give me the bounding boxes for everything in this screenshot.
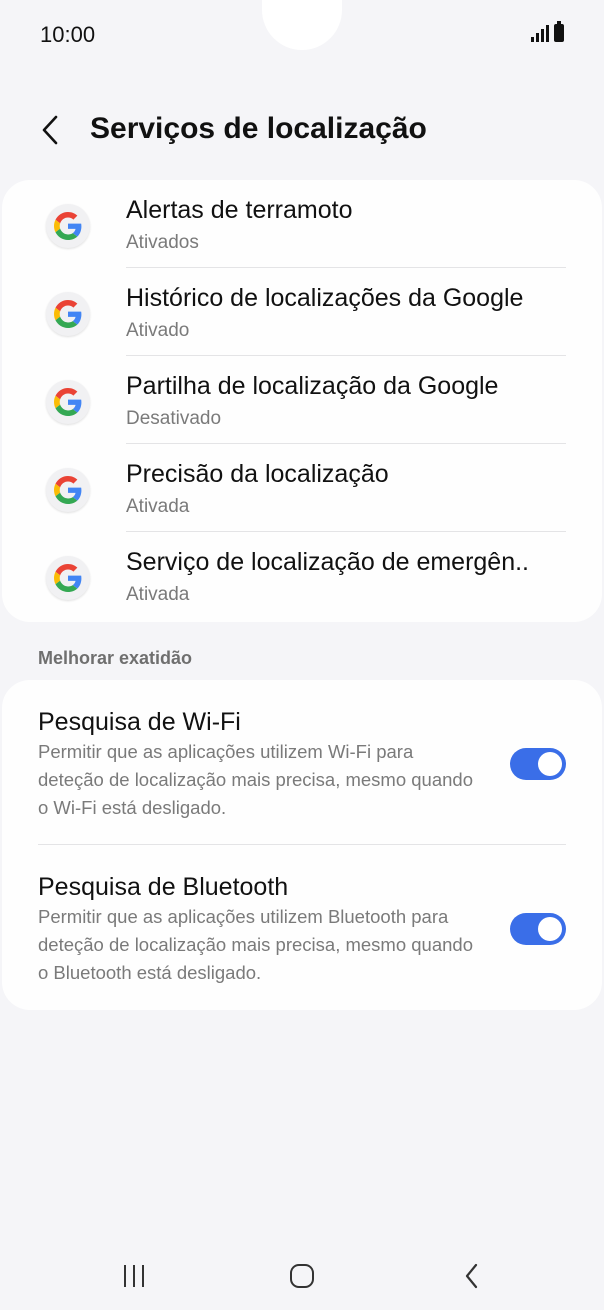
- bluetooth-scanning-toggle[interactable]: [510, 913, 566, 945]
- google-icon: [46, 204, 90, 248]
- status-icons: [531, 21, 564, 42]
- google-icon: [46, 292, 90, 336]
- service-status: Ativada: [126, 584, 190, 605]
- navigation-bar: [0, 1240, 604, 1310]
- home-icon: [290, 1264, 314, 1288]
- header: Serviços de localização: [0, 100, 604, 160]
- bluetooth-scanning-title: Pesquisa de Bluetooth: [38, 873, 289, 901]
- battery-icon: [554, 21, 564, 42]
- service-item-location-history[interactable]: Histórico de localizações da Google Ativ…: [2, 268, 602, 356]
- service-title: Precisão da localização: [126, 460, 389, 488]
- status-time: 10:00: [40, 22, 96, 47]
- toggle-knob: [538, 917, 562, 941]
- wifi-scanning-row[interactable]: Pesquisa de Wi-Fi Permitir que as aplica…: [2, 680, 602, 844]
- back-button[interactable]: [32, 110, 68, 150]
- service-item-location-sharing[interactable]: Partilha de localização da Google Desati…: [2, 356, 602, 444]
- service-item-emergency-location[interactable]: Serviço de localização de emergên.. Ativ…: [2, 532, 602, 620]
- camera-notch: [262, 0, 342, 50]
- service-item-location-accuracy[interactable]: Precisão da localização Ativada: [2, 444, 602, 532]
- google-icon: [46, 380, 90, 424]
- service-title: Partilha de localização da Google: [126, 372, 499, 400]
- service-item-earthquake-alerts[interactable]: Alertas de terramoto Ativados: [2, 180, 602, 268]
- service-status: Ativados: [126, 232, 199, 253]
- service-title: Serviço de localização de emergên..: [126, 548, 530, 576]
- service-status: Ativada: [126, 496, 190, 517]
- wifi-scanning-description: Permitir que as aplicações utilizem Wi-F…: [38, 741, 473, 818]
- google-icon: [46, 556, 90, 600]
- accuracy-card: Pesquisa de Wi-Fi Permitir que as aplica…: [2, 680, 602, 1010]
- bluetooth-scanning-row[interactable]: Pesquisa de Bluetooth Permitir que as ap…: [2, 845, 602, 1010]
- signal-icon: [531, 24, 549, 42]
- nav-back-icon: [465, 1263, 478, 1289]
- wifi-scanning-title: Pesquisa de Wi-Fi: [38, 708, 241, 736]
- recents-icon: [124, 1265, 144, 1287]
- page-title: Serviços de localização: [90, 112, 427, 145]
- back-icon: [42, 115, 58, 145]
- toggle-knob: [538, 752, 562, 776]
- service-status: Ativado: [126, 320, 190, 341]
- service-title: Alertas de terramoto: [126, 196, 353, 224]
- status-bar: 10:00: [0, 0, 604, 70]
- recents-button[interactable]: [104, 1256, 164, 1296]
- bluetooth-scanning-description: Permitir que as aplicações utilizem Blue…: [38, 906, 473, 983]
- service-status: Desativado: [126, 408, 222, 429]
- service-title: Histórico de localizações da Google: [126, 284, 524, 312]
- wifi-scanning-toggle[interactable]: [510, 748, 566, 780]
- home-button[interactable]: [272, 1256, 332, 1296]
- section-label-improve-accuracy: Melhorar exatidão: [38, 648, 193, 668]
- nav-back-button[interactable]: [442, 1256, 502, 1296]
- google-icon: [46, 468, 90, 512]
- services-card: Alertas de terramoto Ativados Histórico …: [2, 180, 602, 622]
